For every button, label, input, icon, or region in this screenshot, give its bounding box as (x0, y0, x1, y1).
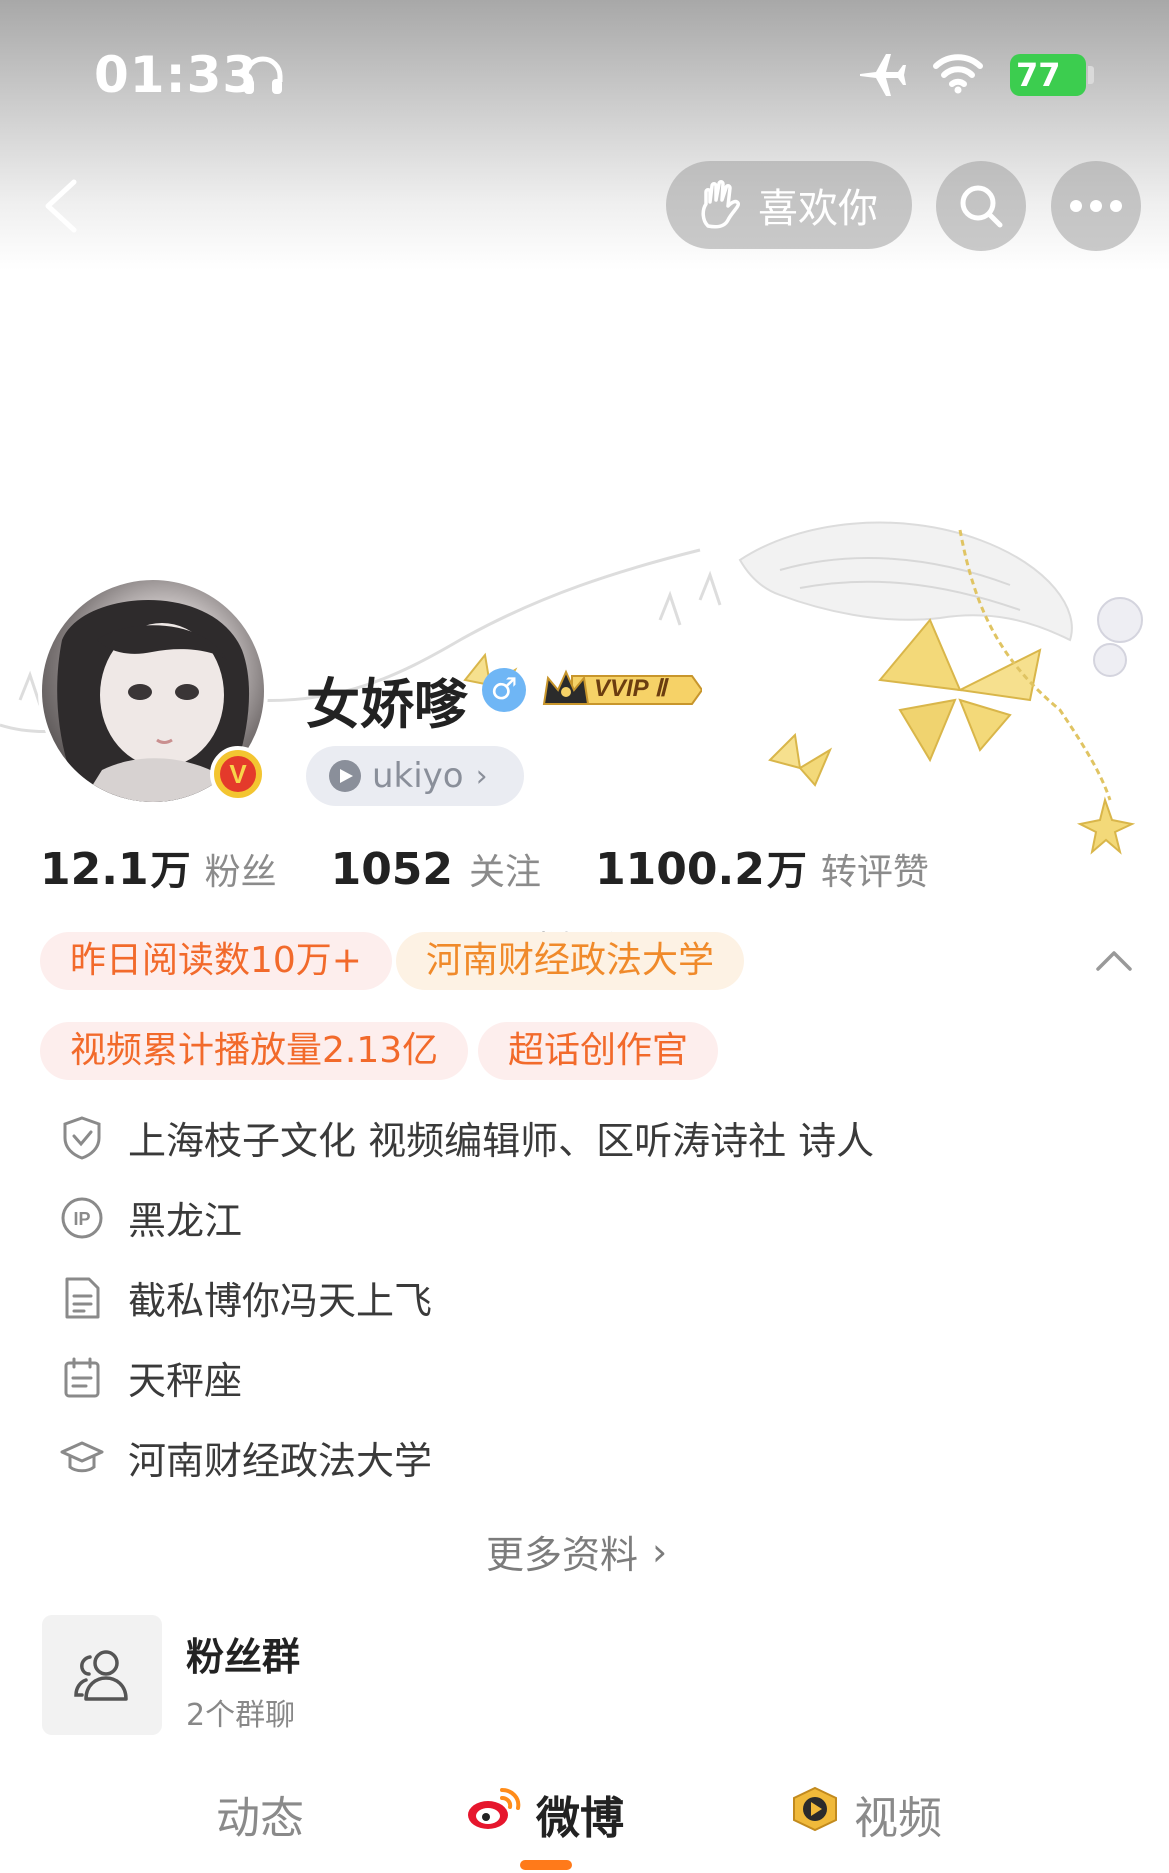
svg-text:IP: IP (73, 1209, 90, 1229)
collapse-button[interactable] (1094, 945, 1134, 975)
vip-badge[interactable]: VVIP Ⅱ (542, 666, 704, 714)
verified-badge: V (210, 746, 266, 802)
video-play-icon (790, 1786, 840, 1843)
stat-label: 关注 (469, 852, 542, 893)
info-text: 黑龙江 (128, 1199, 243, 1243)
group-users-icon (74, 1650, 128, 1701)
tab-weibo[interactable]: 微博 (466, 1782, 624, 1846)
username: 女娇嗲 (306, 673, 468, 736)
wifi-icon (932, 50, 984, 98)
tag-university[interactable]: 河南财经政法大学 (396, 932, 745, 990)
info-text: 上海枝子文化 视频编辑师、区听涛诗社 诗人 (128, 1119, 875, 1163)
weibo-logo-icon (466, 1786, 522, 1843)
battery-cap (1088, 66, 1094, 84)
calendar-icon (60, 1356, 104, 1400)
tag-video-plays[interactable]: 视频累计播放量2.13亿 (40, 1022, 469, 1080)
profile-tab-bar: 动态 微博 视频 (0, 1772, 1169, 1872)
stat-followers[interactable]: 12.1 万 粉丝 (40, 838, 277, 896)
tag-daily-reads[interactable]: 昨日阅读数10万+ (40, 932, 392, 990)
battery-level: 77 (1016, 56, 1061, 94)
sub-account-label: ukiyo (372, 756, 464, 796)
vip-label: VVIP Ⅱ (594, 675, 667, 702)
sub-account-chip[interactable]: ukiyo › (306, 746, 524, 806)
more-info-label: 更多资料 (486, 1533, 639, 1577)
info-row-ip: IP 黑龙江 (60, 1190, 242, 1245)
chevron-left-icon (45, 179, 77, 233)
stat-value: 1052 (330, 844, 454, 895)
ip-location-icon: IP (60, 1196, 104, 1240)
verified-shield-icon (60, 1115, 104, 1160)
stat-label: 粉丝 (204, 852, 277, 893)
airplane-mode-icon (858, 52, 908, 102)
stat-unit: 万 (150, 848, 191, 894)
male-gender-icon: ♂ (482, 668, 526, 712)
more-dots-icon (1070, 200, 1122, 212)
fan-group-button[interactable] (42, 1615, 162, 1735)
active-tab-indicator (520, 1860, 572, 1870)
battery-indicator: 77 (1010, 54, 1086, 96)
chevron-right-icon: › (475, 758, 488, 794)
video-circle-icon (329, 760, 361, 792)
fan-group-title[interactable]: 粉丝群 (186, 1626, 300, 1681)
stat-label: 转评赞 (820, 852, 929, 893)
like-you-label: 喜欢你 (758, 186, 878, 232)
stat-following[interactable]: 1052 关注 (331, 843, 541, 895)
like-you-button[interactable]: 喜欢你 (666, 161, 912, 249)
tag-supertopic-creator[interactable]: 超话创作官 (478, 1022, 719, 1080)
stats-row: 12.1 万 粉丝 1052 关注 1100.2 万 转评赞 (40, 838, 983, 896)
stat-value: 1100.2 (595, 844, 765, 895)
hand-heart-icon (701, 180, 741, 229)
stat-interactions[interactable]: 1100.2 万 转评赞 (595, 838, 929, 896)
status-time: 01:33 (94, 46, 259, 104)
info-text: 天秤座 (128, 1359, 243, 1403)
document-icon (60, 1276, 104, 1320)
info-row-zodiac: 天秤座 (60, 1350, 242, 1405)
chevron-up-icon (1096, 951, 1132, 971)
search-icon (960, 185, 1003, 228)
tab-label: 视频 (854, 1793, 942, 1844)
tab-label: 动态 (216, 1793, 304, 1844)
status-bar: 01:33 77 (0, 0, 1169, 150)
tab-label: 微博 (536, 1793, 624, 1844)
graduation-cap-icon (60, 1436, 104, 1480)
verified-badge-letter: V (220, 756, 256, 792)
info-row-verification: 上海枝子文化 视频编辑师、区听涛诗社 诗人 (60, 1110, 874, 1165)
tab-dongtai[interactable]: 动态 (216, 1782, 304, 1846)
search-button[interactable] (936, 161, 1026, 251)
back-button[interactable] (30, 170, 100, 240)
info-text: 河南财经政法大学 (128, 1439, 433, 1483)
fan-group-subtitle: 2个群聊 (186, 1698, 296, 1733)
info-text: 截私博你冯天上飞 (128, 1279, 433, 1323)
more-button[interactable] (1051, 161, 1141, 251)
more-info-link[interactable]: 更多资料 › (486, 1524, 667, 1579)
headphone-icon (240, 52, 286, 102)
info-row-bio: 截私博你冯天上飞 (60, 1270, 432, 1325)
tab-shipin[interactable]: 视频 (790, 1782, 942, 1846)
info-row-school: 河南财经政法大学 (60, 1430, 432, 1485)
stat-value: 12.1 (40, 844, 149, 895)
chevron-right-icon: › (652, 1529, 668, 1574)
stat-unit: 万 (766, 848, 807, 894)
